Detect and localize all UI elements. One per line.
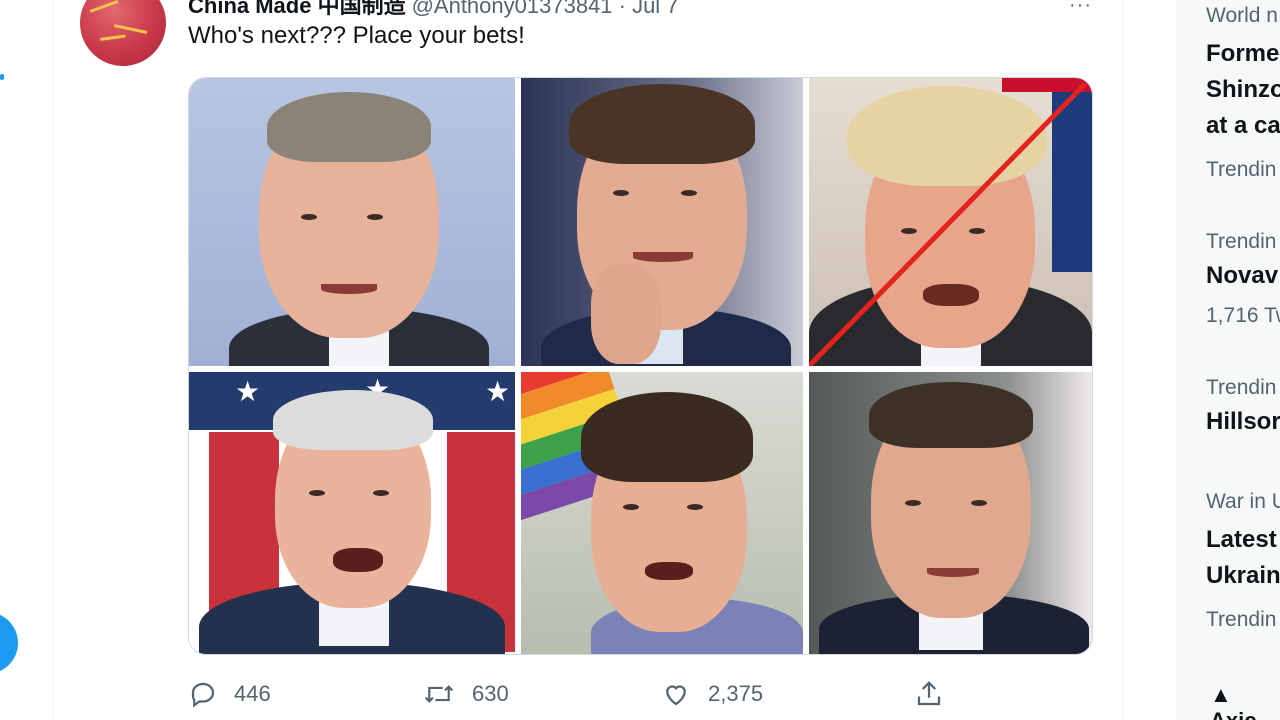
reply-button[interactable]: 446 bbox=[188, 676, 271, 712]
axios-logo-icon: ▲ bbox=[1210, 682, 1232, 707]
trend-title[interactable]: at a ca bbox=[1206, 108, 1280, 144]
trends-sidebar: World n Forme Shinzo at a ca Trendin Tre… bbox=[1176, 0, 1280, 720]
flag-fragment bbox=[1002, 78, 1092, 92]
eye bbox=[367, 214, 383, 220]
trend-title[interactable]: Hillsor bbox=[1206, 404, 1280, 440]
photo-6[interactable] bbox=[809, 372, 1092, 654]
mouth bbox=[927, 568, 979, 577]
trend-title[interactable]: Latest bbox=[1206, 522, 1277, 558]
trend-title[interactable]: Novav bbox=[1206, 258, 1278, 294]
like-icon bbox=[660, 679, 692, 709]
hair bbox=[581, 392, 753, 482]
hair bbox=[847, 86, 1047, 186]
more-options-icon[interactable]: ··· bbox=[1069, 0, 1092, 17]
author-name[interactable]: China Made 中国制造 bbox=[188, 0, 406, 18]
photo-1[interactable] bbox=[189, 78, 515, 366]
share-icon bbox=[914, 679, 944, 709]
trend-category: War in U bbox=[1206, 490, 1280, 513]
eye bbox=[687, 504, 703, 510]
compose-tweet-button[interactable] bbox=[0, 612, 18, 674]
trend-title[interactable]: Forme bbox=[1206, 36, 1279, 72]
trend-footer: 1,716 Tw bbox=[1206, 304, 1280, 327]
reply-icon bbox=[188, 679, 218, 709]
nav-indicator bbox=[0, 74, 4, 80]
tweet-text: Who's next??? Place your bets! bbox=[188, 22, 525, 49]
like-count: 2,375 bbox=[708, 681, 764, 706]
media-grid[interactable]: ★ ★ ★ bbox=[188, 77, 1093, 655]
trend-title[interactable]: Shinzo bbox=[1206, 72, 1280, 108]
share-button[interactable] bbox=[914, 676, 944, 712]
retweet-button[interactable]: 630 bbox=[422, 676, 509, 712]
eye bbox=[623, 504, 639, 510]
tweet-header: China Made 中国制造 @Anthony01373841 · Jul 7 bbox=[188, 0, 679, 18]
news-source-label: Axic bbox=[1210, 708, 1256, 720]
avatar-mark bbox=[99, 34, 126, 41]
flag-fragment bbox=[1052, 92, 1092, 272]
eye bbox=[301, 214, 317, 220]
eye bbox=[309, 490, 325, 496]
star-icon: ★ bbox=[235, 376, 261, 407]
trend-footer: Trendin bbox=[1206, 608, 1277, 631]
eye bbox=[971, 500, 987, 506]
trend-category: Trendin bbox=[1206, 230, 1277, 253]
photo-2[interactable] bbox=[521, 78, 803, 366]
hair bbox=[267, 92, 431, 162]
eye bbox=[681, 190, 697, 196]
trend-title[interactable]: Ukrain bbox=[1206, 558, 1280, 594]
photo-5[interactable] bbox=[521, 372, 803, 654]
reply-count: 446 bbox=[234, 681, 271, 706]
tweet-actions: 446 630 2,375 bbox=[188, 676, 988, 716]
like-button[interactable]: 2,375 bbox=[660, 676, 763, 712]
mouth bbox=[923, 284, 979, 306]
hair bbox=[869, 382, 1033, 448]
star-icon: ★ bbox=[485, 376, 511, 407]
avatar-mark bbox=[113, 24, 148, 35]
mouth bbox=[321, 284, 377, 294]
flag-avatar-icon[interactable] bbox=[80, 0, 166, 66]
trend-category: World n bbox=[1206, 4, 1278, 27]
photo-3-crossed-out[interactable] bbox=[809, 78, 1092, 366]
mouth bbox=[333, 548, 383, 572]
hair bbox=[569, 84, 755, 164]
trend-footer: Trendin bbox=[1206, 158, 1277, 181]
eye bbox=[969, 228, 985, 234]
trend-category: Trendin bbox=[1206, 376, 1277, 399]
photo-4[interactable]: ★ ★ ★ bbox=[189, 372, 515, 654]
mouth bbox=[645, 562, 693, 580]
mouth bbox=[633, 252, 693, 262]
author-handle[interactable]: @Anthony01373841 · Jul 7 bbox=[412, 0, 679, 18]
left-nav-rail bbox=[0, 0, 53, 720]
eye bbox=[905, 500, 921, 506]
avatar-mark bbox=[89, 0, 119, 13]
hair bbox=[273, 390, 433, 450]
tweet-card[interactable]: China Made 中国制造 @Anthony01373841 · Jul 7 … bbox=[52, 0, 1123, 720]
retweet-count: 630 bbox=[472, 681, 509, 706]
eye bbox=[373, 490, 389, 496]
eye bbox=[613, 190, 629, 196]
news-source[interactable]: ▲Axic bbox=[1210, 682, 1280, 720]
hand bbox=[591, 264, 661, 364]
retweet-icon bbox=[422, 679, 456, 709]
eye bbox=[901, 228, 917, 234]
